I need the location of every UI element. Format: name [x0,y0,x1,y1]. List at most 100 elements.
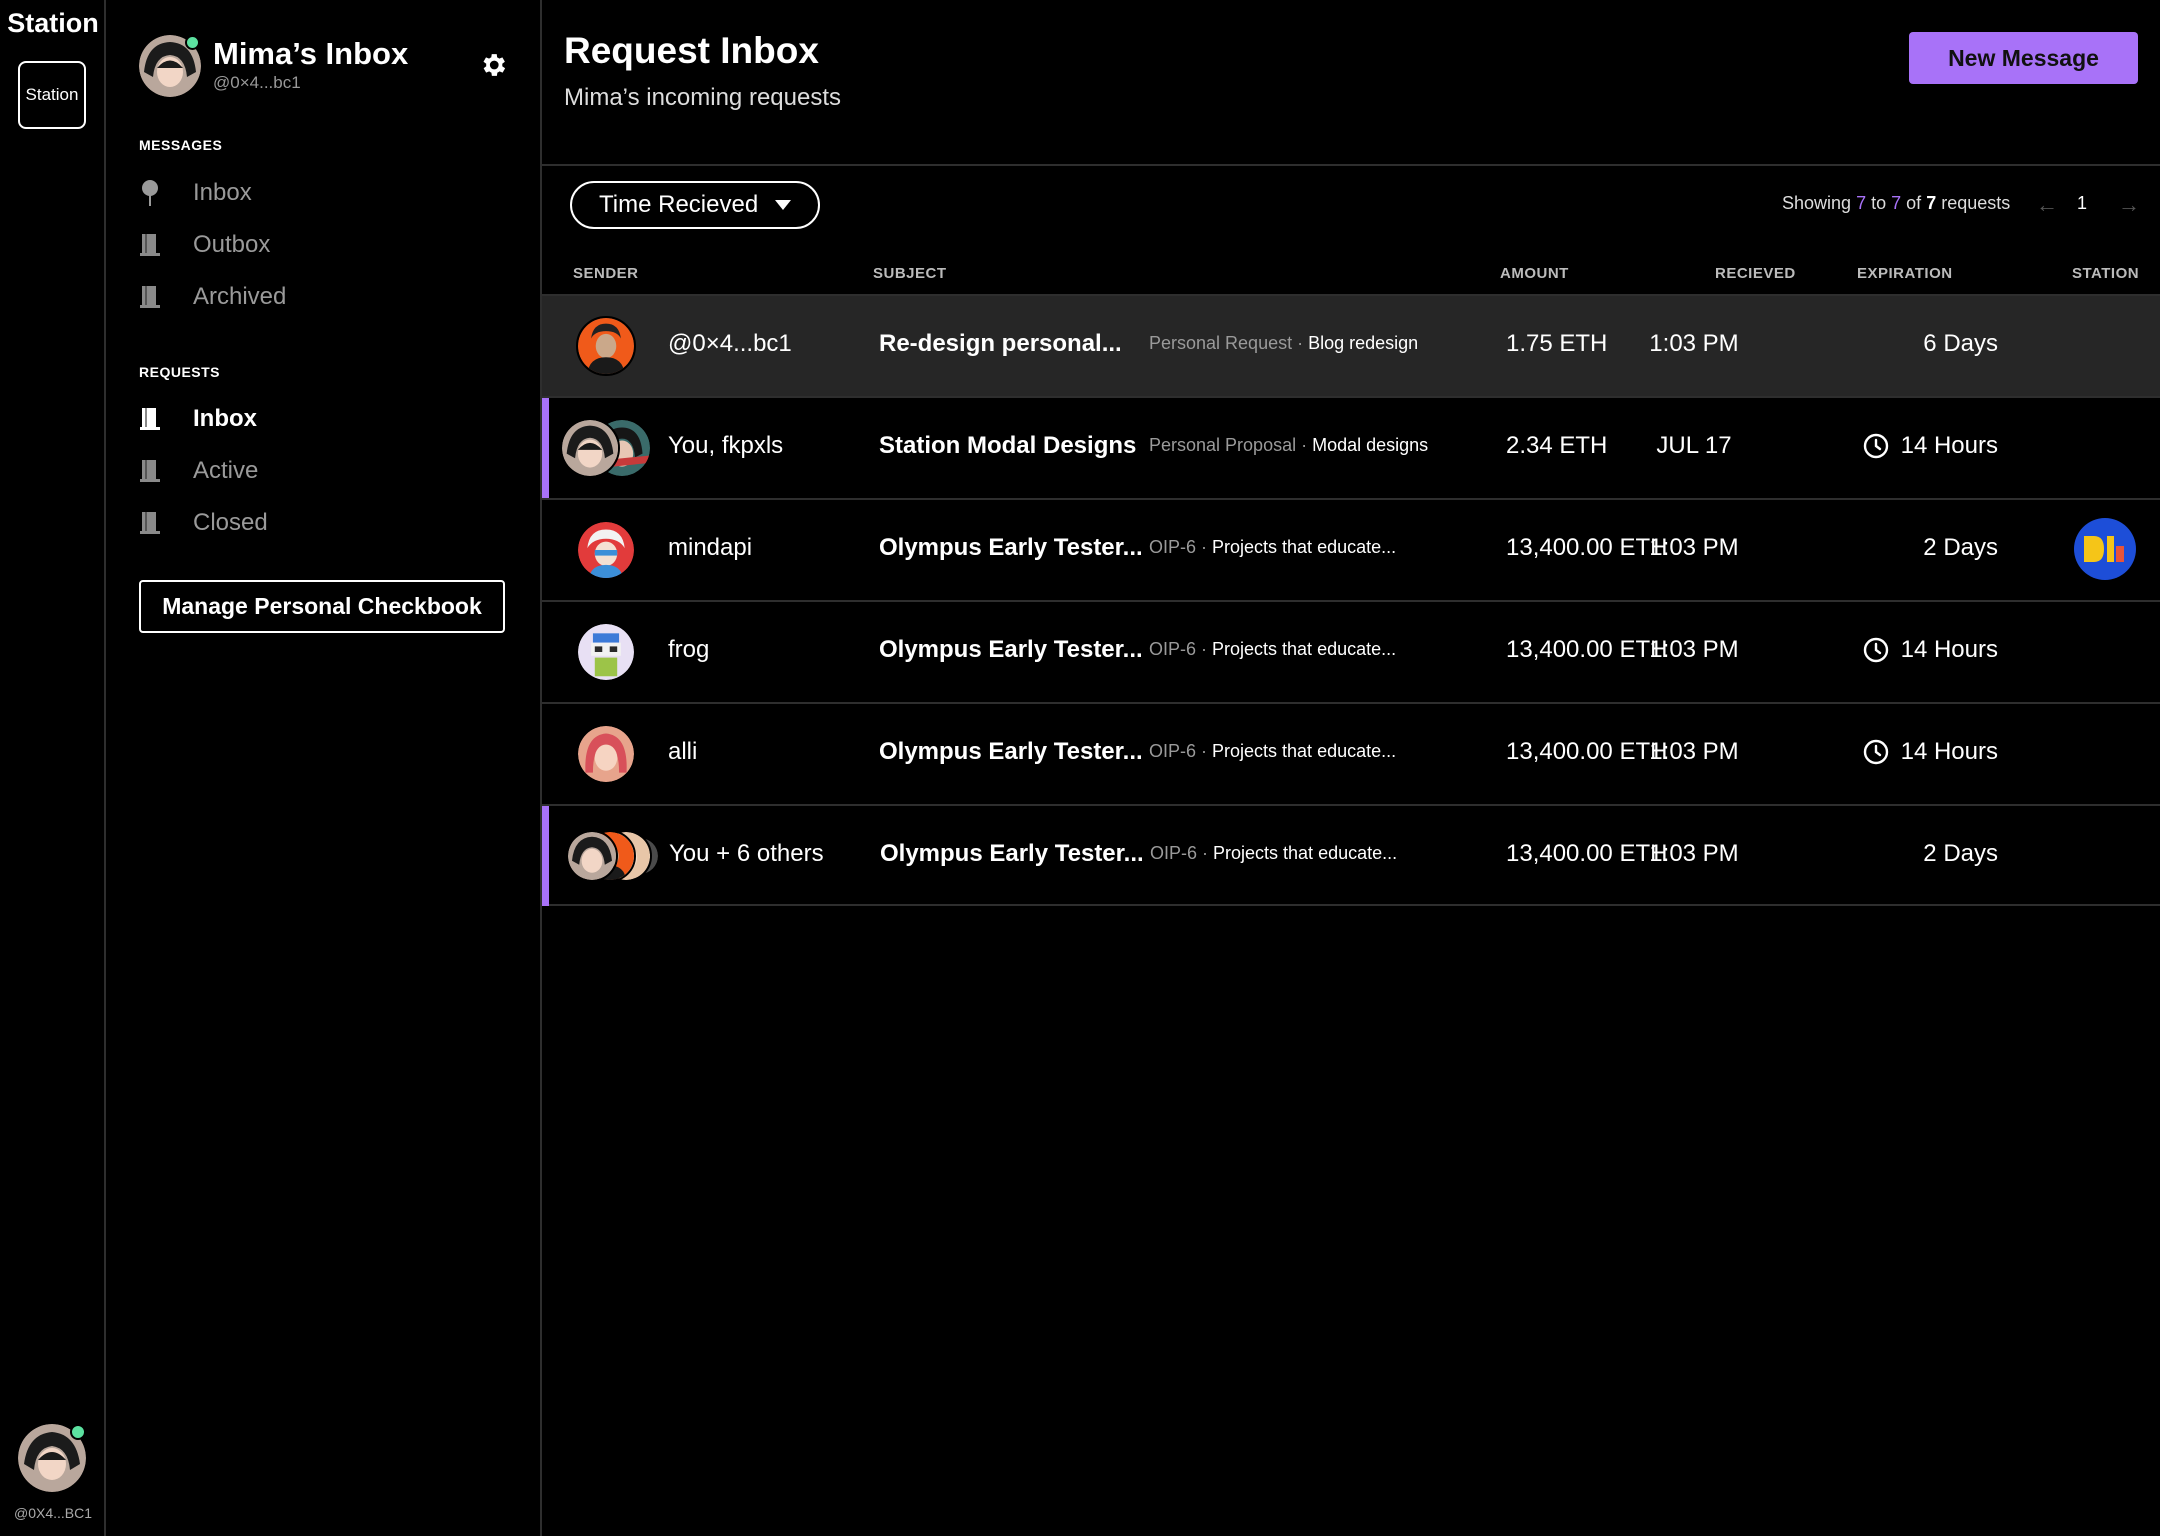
column-header-amount: AMOUNT [1500,265,1569,282]
clock-icon [1863,637,1888,663]
row-expiration-text: 2 Days [1923,534,1998,561]
inbox-address: @0×4...bc1 [213,73,301,92]
next-page-arrow-icon[interactable]: → [2118,192,2140,218]
row-type: OIP-6 [1149,639,1197,659]
sender-avatar [576,724,636,784]
row-expiration: 14 Hours [1842,432,1998,460]
row-accent-bar [542,806,549,906]
row-meta-separator: · [1196,639,1213,659]
sidebar: Mima’s Inbox @0×4...bc1 MESSAGES Inbox O… [106,0,542,1536]
sidebar-item-label: Inbox [193,179,252,206]
row-received: 1:03 PM [1649,738,1739,765]
sort-dropdown[interactable]: Time Recieved [570,181,820,229]
sidebar-item-requests-inbox[interactable]: Inbox [139,399,519,439]
row-expiration-text: 6 Days [1923,330,1998,357]
book-icon [139,283,161,311]
sender-avatar [576,520,636,580]
row-expiration-text: 2 Days [1923,840,1998,867]
current-page-number: 1 [2077,193,2088,213]
table-row[interactable]: You + 6 others Olympus Early Tester... O… [542,804,2160,906]
sender-avatars [576,520,636,580]
table-row[interactable]: alli Olympus Early Tester... OIP-6 · Pro… [542,702,2160,804]
app-root: Station Station @0X4...BC1 Mima’s Inbox … [0,0,2160,1536]
row-amount: 1.75 ETH [1506,330,1608,357]
sidebar-item-label: Outbox [193,231,271,258]
row-expiration: 6 Days [1842,330,1998,358]
sidebar-item-requests-closed[interactable]: Closed [139,503,519,543]
sidebar-item-messages-inbox[interactable]: Inbox [139,173,519,213]
new-message-button[interactable]: New Message [1909,32,2138,84]
row-subject: Olympus Early Tester... [880,840,1144,867]
row-subject: Olympus Early Tester... [879,636,1143,663]
station-switch-button[interactable]: Station [18,61,86,129]
row-meta: Personal Request · Blog redesign [1149,333,1418,354]
row-received: 1:03 PM [1649,534,1739,561]
column-header-received: RECIEVED [1715,265,1796,282]
sender-avatars [566,830,666,890]
gear-icon[interactable] [478,50,508,80]
station-logo-icon[interactable] [2074,518,2136,580]
table-row[interactable]: frog Olympus Early Tester... OIP-6 · Pro… [542,600,2160,702]
requests-section-label: REQUESTS [139,364,221,380]
row-detail: Blog redesign [1308,333,1419,353]
column-header-subject: SUBJECT [873,265,947,282]
row-detail: Modal designs [1312,435,1429,455]
row-type: Personal Proposal [1149,435,1297,455]
sidebar-item-requests-active[interactable]: Active [139,451,519,491]
pagination-summary: Showing 7 to 7 of 7 requests [1782,193,2010,214]
clock-icon [1863,739,1888,765]
row-type: OIP-6 [1149,741,1197,761]
row-detail: Projects that educate... [1212,741,1397,761]
row-sender: You + 6 others [669,840,824,867]
row-type: OIP-6 [1150,843,1198,863]
sender-avatars [576,316,636,376]
row-meta-separator: · [1196,741,1213,761]
book-icon [139,457,161,485]
prev-page-arrow-icon[interactable]: ← [2036,192,2058,218]
caret-down-icon [775,200,791,210]
row-received: 1:03 PM [1649,840,1739,867]
sender-avatars [576,622,636,682]
row-type: Personal Request [1149,333,1293,353]
pagination-total: 7 [1926,193,1937,213]
row-expiration-text: 14 Hours [1900,636,1998,663]
pagination-of-word: of [1906,193,1922,213]
sender-avatars [576,724,636,784]
sidebar-item-label: Active [193,457,259,484]
left-rail: Station Station @0X4...BC1 [0,0,106,1536]
row-sender: @0×4...bc1 [668,330,792,357]
manage-checkbook-button[interactable]: Manage Personal Checkbook [139,580,505,633]
row-meta-separator: · [1196,537,1213,557]
row-sender: You, fkpxls [668,432,784,459]
online-status-indicator [70,1424,86,1440]
row-detail: Projects that educate... [1212,537,1397,557]
row-sender: alli [668,738,698,765]
row-expiration: 14 Hours [1842,636,1998,664]
row-sender: frog [668,636,710,663]
table-row[interactable]: You, fkpxls Station Modal Designs Person… [542,396,2160,498]
sidebar-item-messages-archived[interactable]: Archived [139,277,519,317]
main-content: Request Inbox Mima’s incoming requests N… [542,0,2160,1536]
row-subject: Re-design personal... [879,330,1122,357]
table-row[interactable]: mindapi Olympus Early Tester... OIP-6 · … [542,498,2160,600]
row-meta-separator: · [1197,843,1214,863]
row-meta: Personal Proposal · Modal designs [1149,435,1428,456]
column-header-station: STATION [2072,265,2140,282]
sidebar-item-label: Inbox [193,405,257,432]
header-divider [542,164,2160,166]
sender-avatar [576,316,636,376]
sidebar-item-messages-outbox[interactable]: Outbox [139,225,519,265]
row-expiration-text: 14 Hours [1900,738,1998,765]
inbox-online-indicator [185,35,200,50]
row-subject: Olympus Early Tester... [879,738,1143,765]
row-meta: OIP-6 · Projects that educate... [1150,843,1397,864]
row-subject: Station Modal Designs [879,432,1137,459]
pagination-to: 7 [1891,193,1902,213]
column-header-expiration: EXPIRATION [1857,265,1953,282]
row-expiration: 14 Hours [1842,738,1998,766]
rail-user-address: @0X4...BC1 [13,1505,93,1521]
sidebar-item-label: Closed [193,509,268,536]
table-row[interactable]: @0×4...bc1 Re-design personal... Persona… [542,294,2160,396]
row-expiration: 2 Days [1842,534,1998,562]
row-meta-separator: · [1292,333,1309,353]
